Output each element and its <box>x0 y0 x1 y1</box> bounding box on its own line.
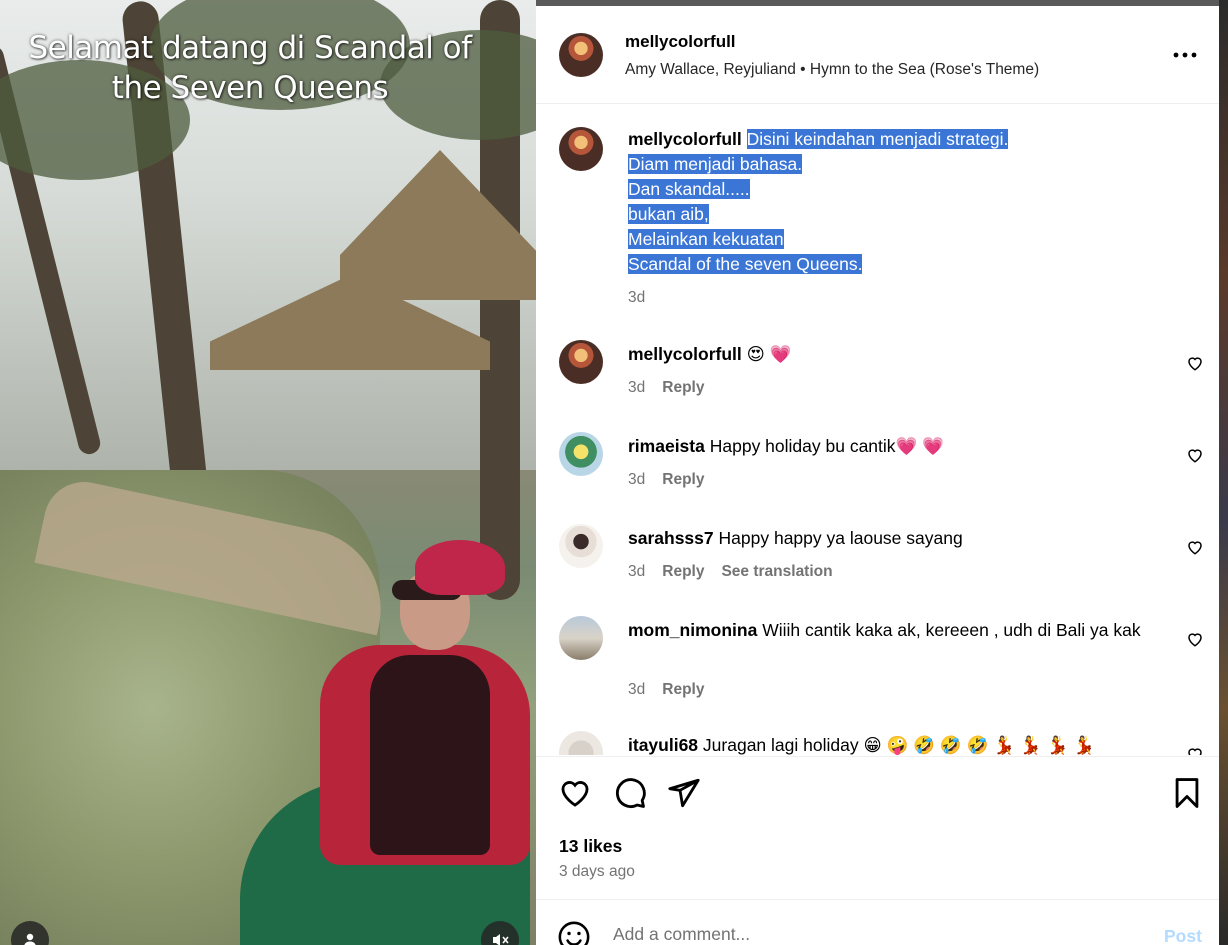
reply-button[interactable]: Reply <box>662 379 704 397</box>
caption-text: mellycolorfull Disini keindahan menjadi … <box>628 127 1163 277</box>
avatar[interactable] <box>559 340 603 384</box>
comment-meta: 3d Reply <box>628 379 704 397</box>
caption-meta: 3d <box>628 289 645 307</box>
see-translation-button[interactable]: See translation <box>721 563 832 581</box>
post-video[interactable]: Selamat datang di Scandal of the Seven Q… <box>0 0 536 945</box>
header-username[interactable]: mellycolorfull <box>625 32 736 52</box>
timestamp: 3d <box>628 289 646 306</box>
comment-username[interactable]: mom_nimonina <box>628 620 757 640</box>
video-caption: Selamat datang di Scandal of the Seven Q… <box>0 28 500 108</box>
comment-meta: 3d Reply <box>628 471 704 489</box>
comment-body: Happy holiday bu cantik💗 💗 <box>709 436 944 456</box>
comment-username[interactable]: itayuli68 <box>628 735 698 755</box>
caption-line: Melainkan kekuatan <box>628 229 784 249</box>
avatar[interactable] <box>559 127 603 171</box>
post-details-panel: mellycolorfull Amy Wallace, Reyjuliand •… <box>536 6 1219 945</box>
add-comment-bar: Post <box>536 899 1219 945</box>
timestamp: 3d <box>628 379 646 396</box>
comment-bubble-icon[interactable] <box>613 776 647 810</box>
avatar[interactable] <box>559 524 603 568</box>
timestamp: 3d <box>628 681 646 698</box>
like-heart-icon[interactable] <box>558 776 592 810</box>
caption-line: Diam menjadi bahasa. <box>628 154 803 174</box>
caption-line: Dan skandal..... <box>628 179 750 199</box>
comment-text: rimaeista Happy holiday bu cantik💗 💗 <box>628 434 1163 459</box>
caption-line: Disini keindahan menjadi strategi. <box>746 129 1009 149</box>
like-comment-heart-icon[interactable] <box>1186 630 1204 648</box>
caption-line: Selamat datang di Scandal of <box>28 30 472 66</box>
share-paper-plane-icon[interactable] <box>667 776 701 810</box>
caption-line: the Seven Queens <box>111 70 389 106</box>
reply-button[interactable]: Reply <box>662 563 704 581</box>
post-actions: 13 likes 3 days ago <box>536 756 1219 891</box>
more-horizontal-icon <box>1173 52 1197 58</box>
post-comment-button[interactable]: Post <box>1164 926 1202 945</box>
audio-attribution[interactable]: Amy Wallace, Reyjuliand • Hymn to the Se… <box>625 61 1039 79</box>
timestamp: 3d <box>628 471 646 488</box>
comment-username[interactable]: rimaeista <box>628 436 705 456</box>
comment-username[interactable]: mellycolorfull <box>628 344 742 364</box>
reply-button[interactable]: Reply <box>662 471 704 489</box>
comment-username[interactable]: sarahsss7 <box>628 528 714 548</box>
avatar[interactable] <box>559 432 603 476</box>
comment-body: Happy happy ya laouse sayang <box>718 528 963 548</box>
comment-meta: 3d Reply <box>628 681 704 699</box>
like-comment-heart-icon[interactable] <box>1186 354 1204 372</box>
comment-text: itayuli68 Juragan lagi holiday 😁 🤪 🤣 🤣 🤣… <box>628 733 1163 755</box>
muted-speaker-icon <box>493 934 509 945</box>
avatar[interactable] <box>559 616 603 660</box>
user-icon <box>24 933 36 945</box>
like-comment-heart-icon[interactable] <box>1186 538 1204 556</box>
comment-text: sarahsss7 Happy happy ya laouse sayang <box>628 526 1163 551</box>
timestamp: 3d <box>628 563 646 580</box>
caption-line: bukan aib, <box>628 204 709 224</box>
caption-line: Scandal of the seven Queens. <box>628 254 863 274</box>
like-comment-heart-icon[interactable] <box>1186 745 1204 755</box>
reply-button[interactable]: Reply <box>662 681 704 699</box>
more-options-button[interactable] <box>1172 42 1198 68</box>
comments-list[interactable]: mellycolorfull Disini keindahan menjadi … <box>536 105 1219 755</box>
post-header: mellycolorfull Amy Wallace, Reyjuliand •… <box>536 6 1219 104</box>
save-bookmark-icon[interactable] <box>1170 776 1204 810</box>
background-edge <box>1219 0 1228 945</box>
comment-text: mom_nimonina Wiiih cantik kaka ak, keree… <box>628 618 1163 643</box>
likes-count[interactable]: 13 likes <box>559 836 622 857</box>
comment-body: 😍 💗 <box>746 344 792 364</box>
like-comment-heart-icon[interactable] <box>1186 446 1204 464</box>
emoji-smile-icon[interactable] <box>557 920 591 945</box>
comment-body: Wiiih cantik kaka ak, kereeen , udh di B… <box>762 620 1141 640</box>
comment-meta: 3d Reply See translation <box>628 563 833 581</box>
post-date: 3 days ago <box>559 863 635 880</box>
avatar[interactable] <box>559 33 603 77</box>
caption-username[interactable]: mellycolorfull <box>628 129 742 149</box>
woman-figure <box>240 540 530 945</box>
comment-body: Juragan lagi holiday 😁 🤪 🤣 🤣 🤣 💃 💃 💃 💃 <box>702 735 1095 755</box>
avatar[interactable] <box>559 731 603 755</box>
add-comment-input[interactable] <box>613 924 1133 945</box>
comment-text: mellycolorfull 😍 💗 <box>628 342 1163 367</box>
